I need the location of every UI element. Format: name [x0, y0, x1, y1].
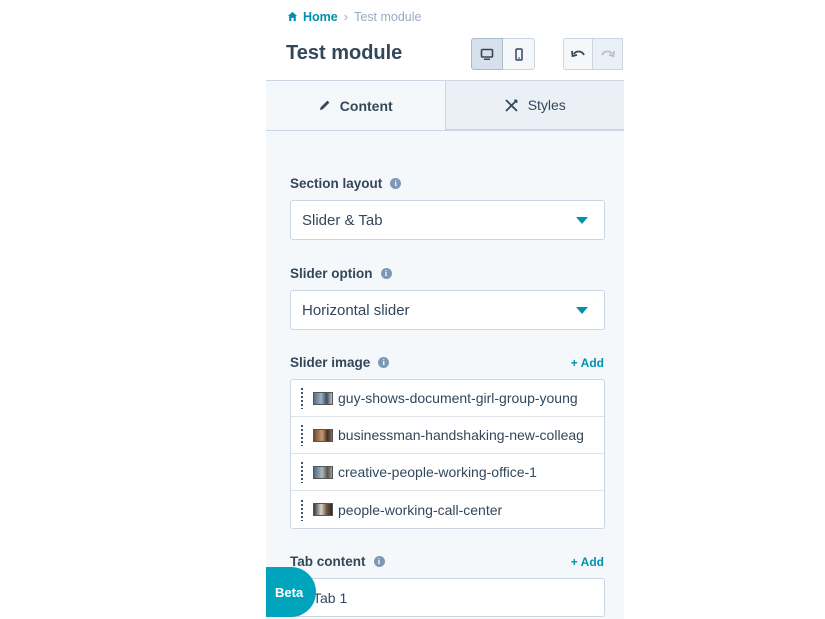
- caret-down-icon: [576, 216, 588, 224]
- beta-badge[interactable]: Beta: [266, 567, 316, 617]
- breadcrumb: Home › Test module: [287, 9, 421, 24]
- info-icon[interactable]: i: [390, 178, 402, 189]
- breadcrumb-home-link[interactable]: Home: [287, 10, 338, 24]
- info-icon[interactable]: i: [373, 556, 385, 567]
- drag-handle-icon[interactable]: [300, 498, 304, 521]
- beta-badge-label: Beta: [275, 584, 304, 600]
- undo-button[interactable]: [563, 38, 593, 70]
- slider-option-label: Slider option i: [290, 266, 392, 281]
- list-item[interactable]: Tab 1: [291, 579, 604, 616]
- list-item-label: businessman-handshaking-new-colleag: [338, 427, 584, 443]
- tab-styles[interactable]: Styles: [444, 81, 624, 130]
- mobile-view-button[interactable]: [503, 38, 535, 70]
- list-item[interactable]: creative-people-working-office-1: [291, 454, 604, 491]
- image-thumbnail: [313, 503, 333, 516]
- device-toggle: [471, 38, 535, 70]
- breadcrumb-current: Test module: [354, 9, 422, 24]
- breadcrumb-home-label: Home: [303, 9, 338, 24]
- undo-icon: [570, 50, 585, 58]
- drag-handle-icon[interactable]: [300, 461, 304, 483]
- home-icon: [287, 11, 298, 22]
- styles-icon: [505, 98, 518, 112]
- list-item[interactable]: people-working-call-center: [291, 491, 604, 528]
- history-controls: [563, 38, 623, 70]
- list-item[interactable]: guy-shows-document-girl-group-young: [291, 380, 604, 417]
- breadcrumb-separator: ›: [343, 9, 349, 24]
- tab-content-add-link[interactable]: + Add: [571, 555, 604, 569]
- tab-content[interactable]: Content: [266, 81, 445, 130]
- slider-option-value: Horizontal slider: [302, 301, 410, 319]
- image-thumbnail: [313, 465, 333, 479]
- drag-handle-icon[interactable]: [300, 387, 304, 409]
- info-icon[interactable]: i: [380, 268, 392, 279]
- slider-option-label-text: Slider option: [290, 266, 373, 281]
- drag-handle-icon[interactable]: [300, 424, 304, 446]
- list-item-label: Tab 1: [313, 589, 348, 606]
- redo-icon: [601, 50, 615, 58]
- mobile-icon: [514, 47, 523, 61]
- slider-option-select[interactable]: Horizontal slider: [290, 290, 605, 330]
- slider-image-add-link[interactable]: + Add: [571, 356, 604, 370]
- desktop-icon: [480, 48, 494, 60]
- module-editor-panel: Content Styles Section layout i Slider &…: [266, 80, 624, 619]
- list-item[interactable]: businessman-handshaking-new-colleag: [291, 417, 604, 454]
- image-thumbnail: [313, 391, 333, 405]
- list-item-label: creative-people-working-office-1: [338, 464, 537, 480]
- slider-image-label: Slider image i: [290, 355, 390, 370]
- slider-image-list: guy-shows-document-girl-group-young busi…: [290, 379, 605, 529]
- section-layout-value: Slider & Tab: [302, 211, 383, 229]
- redo-button[interactable]: [593, 38, 623, 70]
- editor-tabs: Content Styles: [266, 81, 624, 131]
- section-layout-label-text: Section layout: [290, 176, 383, 191]
- tab-content-label-text: Tab content: [290, 554, 366, 569]
- caret-down-icon: [576, 306, 588, 314]
- tab-content-list: Tab 1: [290, 578, 605, 617]
- page-title: Test module: [286, 42, 403, 64]
- info-icon[interactable]: i: [378, 357, 390, 368]
- section-layout-label: Section layout i: [290, 176, 402, 191]
- list-item-label: people-working-call-center: [338, 501, 503, 518]
- list-item-label: guy-shows-document-girl-group-young: [338, 390, 578, 406]
- desktop-view-button[interactable]: [471, 38, 503, 70]
- image-thumbnail: [313, 428, 333, 442]
- tab-styles-label: Styles: [527, 97, 566, 113]
- section-layout-select[interactable]: Slider & Tab: [290, 200, 605, 240]
- tab-content-field-label: Tab content i: [290, 554, 385, 569]
- tab-content-label: Content: [339, 97, 393, 114]
- pencil-icon: [319, 100, 330, 110]
- slider-image-label-text: Slider image: [290, 355, 371, 370]
